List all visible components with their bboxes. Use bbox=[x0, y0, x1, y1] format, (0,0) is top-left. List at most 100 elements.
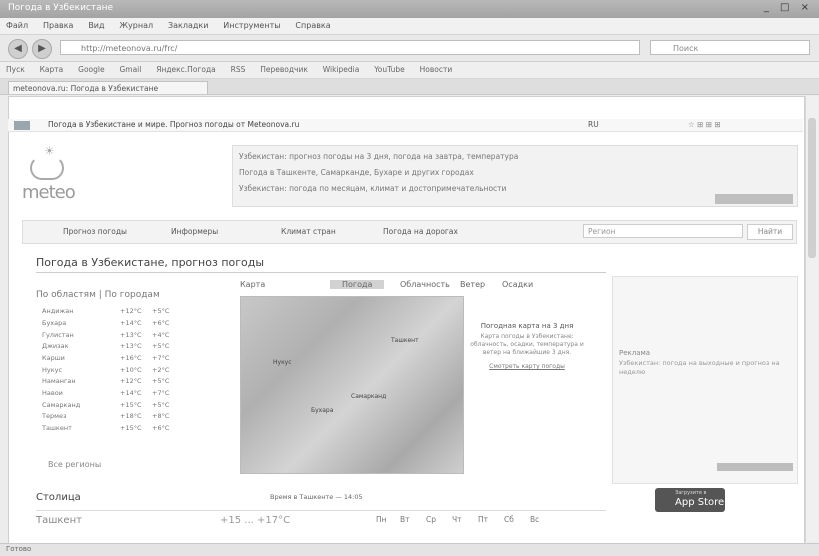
menu-bar: Файл Правка Вид Журнал Закладки Инструме… bbox=[0, 18, 819, 35]
map-description-text: Карта погоды в Узбекистане: облачность, … bbox=[470, 333, 584, 356]
map-label: Нукус bbox=[273, 359, 292, 366]
nav-climate[interactable]: Климат стран bbox=[281, 227, 336, 236]
navigation-bar: ◀ ▶ http://meteonova.ru/frc/ Поиск bbox=[0, 35, 819, 62]
forward-button[interactable]: ▶ bbox=[32, 39, 52, 59]
bookmark-item[interactable]: Переводчик bbox=[260, 65, 308, 74]
bookmark-item[interactable]: Wikipedia bbox=[323, 65, 360, 74]
capital-city[interactable]: Ташкент bbox=[36, 515, 82, 526]
bookmark-item[interactable]: Яндекс.Погода bbox=[156, 65, 216, 74]
nav-forecast[interactable]: Прогноз погоды bbox=[63, 227, 127, 236]
weather-map[interactable]: Нукус Ташкент Самарканд Бухара bbox=[240, 296, 464, 474]
status-bar: Готово bbox=[0, 543, 819, 556]
appstore-big-text: App Store bbox=[675, 497, 725, 508]
bookmark-item[interactable]: Новости bbox=[420, 65, 453, 74]
tabs-bar: meteonova.ru: Погода в Узбекистане bbox=[0, 79, 819, 95]
bookmark-item[interactable]: RSS bbox=[231, 65, 246, 74]
map-link[interactable]: Смотреть карту погоды bbox=[467, 363, 587, 370]
cloud-icon bbox=[30, 156, 64, 180]
tab-by-region[interactable]: По областям bbox=[36, 290, 96, 300]
bookmark-item[interactable]: Карта bbox=[40, 65, 64, 74]
maptab-wind[interactable]: Ветер bbox=[460, 280, 485, 289]
language-switch[interactable]: RU bbox=[588, 120, 599, 129]
map-label: Бухара bbox=[311, 407, 334, 414]
logo-text: meteo bbox=[22, 182, 76, 203]
table-row[interactable]: Гулистан +13°C +4°C bbox=[42, 329, 188, 341]
table-row[interactable]: Термез +18°C +8°C bbox=[42, 411, 188, 423]
menu-edit[interactable]: Правка bbox=[43, 21, 73, 30]
table-row[interactable]: Навои +14°C +7°C bbox=[42, 388, 188, 400]
maptab-precip[interactable]: Осадки bbox=[502, 280, 533, 289]
day-tab[interactable]: Пн bbox=[376, 515, 387, 524]
banner-button[interactable] bbox=[715, 194, 793, 204]
scrollbar[interactable] bbox=[805, 96, 818, 542]
status-text: Готово bbox=[6, 545, 32, 553]
bookmark-item[interactable]: Google bbox=[78, 65, 104, 74]
back-button[interactable]: ◀ bbox=[8, 39, 28, 59]
capital-time: Время в Ташкенте — 14:05 bbox=[270, 493, 363, 501]
bookmark-item[interactable]: YouTube bbox=[374, 65, 405, 74]
menu-bookmarks[interactable]: Закладки bbox=[168, 21, 208, 30]
day-tab[interactable]: Сб bbox=[504, 515, 514, 524]
window-controls[interactable]: _ □ × bbox=[764, 2, 813, 13]
scrollbar-thumb[interactable] bbox=[808, 118, 816, 258]
main-navigation: Прогноз погоды Информеры Климат стран По… bbox=[22, 220, 797, 244]
all-regions-link[interactable]: Все регионы bbox=[48, 460, 101, 469]
site-logo[interactable]: ☀ meteo bbox=[22, 140, 142, 210]
bookmarks-bar: Пуск Карта Google Gmail Яндекс.Погода RS… bbox=[0, 62, 819, 79]
maptab-weather[interactable]: Погода bbox=[330, 280, 385, 289]
table-row[interactable]: Ташкент +15°C +6°C bbox=[42, 423, 188, 435]
bookmark-item[interactable]: Gmail bbox=[119, 65, 141, 74]
share-icons[interactable]: ☆ ⊞ ⊞ ⊞ bbox=[688, 120, 721, 129]
regions-panel: По областям | По городам Андижан +12°C +5°… bbox=[36, 290, 236, 435]
menu-help[interactable]: Справка bbox=[295, 21, 330, 30]
ad-title: Реклама bbox=[619, 349, 651, 357]
menu-file[interactable]: Файл bbox=[6, 21, 28, 30]
maptab-clouds[interactable]: Облачность bbox=[400, 280, 450, 289]
regions-table: Андижан +12°C +5°C Бухара +14°C +6°C Гулиста… bbox=[42, 306, 188, 435]
region-search-input[interactable]: Регион bbox=[583, 224, 743, 238]
menu-tools[interactable]: Инструменты bbox=[223, 21, 280, 30]
bookmark-item[interactable]: Пуск bbox=[6, 65, 25, 74]
nav-informers[interactable]: Информеры bbox=[171, 227, 218, 236]
day-tab[interactable]: Пт bbox=[478, 515, 488, 524]
day-tab[interactable]: Вт bbox=[400, 515, 410, 524]
search-button[interactable]: Найти bbox=[747, 224, 793, 240]
table-row[interactable]: Карши +16°C +7°C bbox=[42, 353, 188, 365]
capital-row: Ташкент +15 ... +17°C Пн Вт Ср Чт Пт Сб … bbox=[36, 510, 606, 529]
map-label: Самарканд bbox=[351, 393, 387, 400]
table-row[interactable]: Наманган +12°C +5°C bbox=[42, 376, 188, 388]
search-input[interactable]: Поиск bbox=[650, 40, 810, 55]
map-description-title: Погодная карта на 3 дня bbox=[480, 322, 574, 330]
menu-view[interactable]: Вид bbox=[88, 21, 104, 30]
table-row[interactable]: Нукус +10°C +2°C bbox=[42, 364, 188, 376]
window-title: Погода в Узбекистане bbox=[8, 3, 114, 13]
table-row[interactable]: Самарканд +15°C +5°C bbox=[42, 400, 188, 412]
page-title: Погода в Узбекистане, прогноз погоды bbox=[36, 256, 265, 269]
title-bar: Погода в Узбекистане _ □ × bbox=[0, 0, 819, 18]
table-row[interactable]: Джизак +13°C +5°C bbox=[42, 341, 188, 353]
maptab-map[interactable]: Карта bbox=[240, 280, 265, 289]
day-tab[interactable]: Чт bbox=[452, 515, 462, 524]
divider bbox=[36, 272, 606, 273]
ad-block[interactable]: Реклама Узбекистан: погода на выходные и… bbox=[612, 276, 798, 484]
capital-temp: +15 ... +17°C bbox=[220, 515, 291, 526]
nav-roads[interactable]: Погода на дорогах bbox=[383, 227, 458, 236]
appstore-small-text: Загрузите в bbox=[675, 490, 707, 496]
site-topline: Погода в Узбекистане и мире. Прогноз пог… bbox=[8, 119, 803, 132]
header-banner: Узбекистан: прогноз погоды на 3 дня, пог… bbox=[232, 145, 798, 207]
banner-line[interactable]: Узбекистан: прогноз погоды на 3 дня, пог… bbox=[239, 152, 518, 161]
app-store-badge[interactable]: Загрузите в App Store bbox=[655, 488, 725, 512]
map-label: Ташкент bbox=[391, 337, 419, 344]
tab-by-city[interactable]: По городам bbox=[105, 290, 160, 300]
table-row[interactable]: Бухара +14°C +6°C bbox=[42, 318, 188, 330]
table-row[interactable]: Андижан +12°C +5°C bbox=[42, 306, 188, 318]
address-bar[interactable]: http://meteonova.ru/frc/ bbox=[60, 40, 640, 55]
menu-history[interactable]: Журнал bbox=[119, 21, 153, 30]
day-tab[interactable]: Вс bbox=[530, 515, 539, 524]
ad-button[interactable] bbox=[717, 463, 793, 471]
day-tab[interactable]: Ср bbox=[426, 515, 436, 524]
banner-line[interactable]: Погода в Ташкенте, Самарканде, Бухаре и … bbox=[239, 168, 474, 177]
browser-tab[interactable]: meteonova.ru: Погода в Узбекистане bbox=[8, 81, 208, 94]
banner-line[interactable]: Узбекистан: погода по месяцам, климат и … bbox=[239, 184, 506, 193]
map-description: Погодная карта на 3 дня Карта погоды в У… bbox=[467, 322, 587, 370]
